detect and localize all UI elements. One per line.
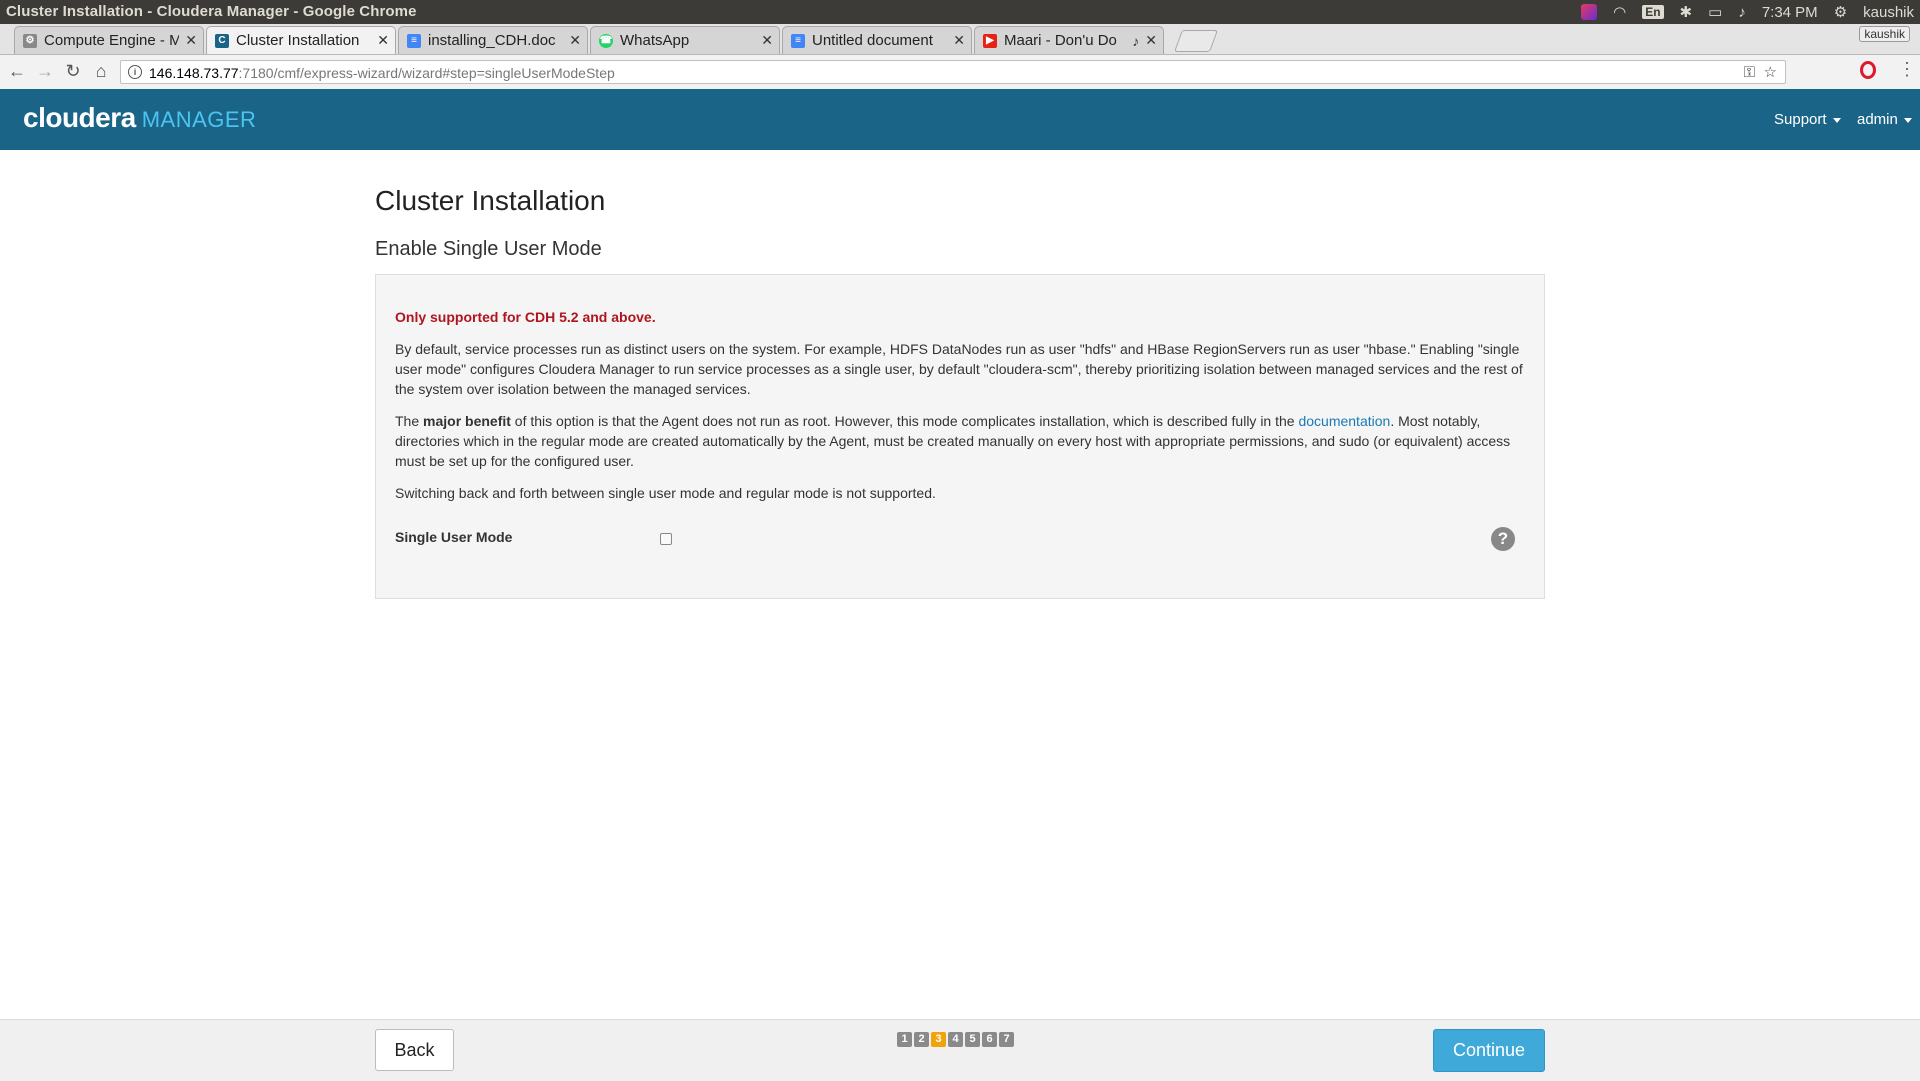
session-user-name[interactable]: kaushik: [1863, 4, 1914, 21]
wizard-step-indicator: 1 2 3 4 5 6 7: [897, 1032, 1014, 1047]
cloudera-manager-logo[interactable]: cloudera MANAGER: [23, 102, 256, 134]
address-bar[interactable]: i 146.148.73.77:7180/cmf/express-wizard/…: [120, 60, 1786, 84]
url-path: :7180/cmf/express-wizard/wizard#step=sin…: [238, 65, 615, 81]
user-label: admin: [1857, 111, 1898, 128]
chevron-down-icon: [1832, 117, 1841, 123]
page-title: Cluster Installation: [375, 185, 606, 216]
wifi-icon[interactable]: ◠: [1613, 3, 1626, 21]
tab-youtube-maari[interactable]: ▶ Maari - Don'u Do ♪ ✕: [974, 26, 1164, 54]
step-7[interactable]: 7: [999, 1032, 1014, 1047]
close-tab-icon[interactable]: ✕: [761, 32, 773, 49]
os-top-bar: Cluster Installation - Cloudera Manager …: [0, 0, 1920, 24]
tab-installing-cdh-doc[interactable]: ≡ installing_CDH.doc ✕: [398, 26, 588, 54]
site-info-icon[interactable]: i: [128, 65, 142, 79]
bluetooth-icon[interactable]: ✱: [1680, 3, 1693, 21]
opera-vpn-icon[interactable]: [1860, 61, 1876, 79]
support-menu[interactable]: Support: [1774, 111, 1841, 128]
keyboard-layout-indicator[interactable]: En: [1642, 5, 1664, 19]
audio-playing-icon[interactable]: ♪: [1132, 33, 1139, 49]
step-5[interactable]: 5: [965, 1032, 980, 1047]
step-title: Enable Single User Mode: [375, 238, 602, 260]
step-2[interactable]: 2: [914, 1032, 929, 1047]
close-tab-icon[interactable]: ✕: [569, 32, 581, 49]
para2-text: The: [395, 413, 424, 429]
single-user-mode-label: Single User Mode: [395, 529, 513, 545]
browser-tab-strip: ⚙ Compute Engine - M ✕ C Cluster Install…: [0, 24, 1920, 55]
tab-title: Cluster Installation: [236, 32, 360, 49]
tab-title: Compute Engine - M: [44, 32, 180, 49]
version-warning: Only supported for CDH 5.2 and above.: [395, 309, 656, 325]
user-menu[interactable]: admin: [1857, 111, 1912, 128]
logo-main: cloudera: [23, 102, 136, 133]
window-title: Cluster Installation - Cloudera Manager …: [6, 3, 417, 20]
gear-icon: ⚙: [23, 33, 37, 48]
single-user-mode-row: Single User Mode ?: [395, 527, 1525, 557]
wizard-footer: Back 1 2 3 4 5 6 7 Continue: [0, 1019, 1920, 1081]
description-paragraph-2: The major benefit of this option is that…: [395, 411, 1525, 471]
tab-title: installing_CDH.doc: [428, 32, 556, 49]
system-tray: ◠ En ✱ ▭ ♪ 7:34 PM ⚙ kaushik: [1581, 3, 1914, 21]
tab-title: Maari - Don'u Do: [1004, 32, 1117, 49]
whatsapp-icon: ☎: [599, 33, 613, 48]
back-arrow-icon[interactable]: ←: [6, 61, 28, 82]
back-button[interactable]: Back: [375, 1029, 454, 1071]
close-tab-icon[interactable]: ✕: [377, 32, 389, 49]
close-tab-icon[interactable]: ✕: [1145, 32, 1157, 49]
settings-gear-icon[interactable]: ⚙: [1834, 3, 1847, 21]
tab-title: Untitled document: [812, 32, 933, 49]
help-question-icon[interactable]: ?: [1491, 527, 1515, 551]
tab-compute-engine[interactable]: ⚙ Compute Engine - M ✕: [14, 26, 204, 54]
support-label: Support: [1774, 111, 1827, 128]
para2-text: of this option is that the Agent does no…: [510, 413, 1299, 429]
step-4[interactable]: 4: [948, 1032, 963, 1047]
continue-button[interactable]: Continue: [1433, 1029, 1545, 1072]
step-3-current[interactable]: 3: [931, 1032, 946, 1047]
docs-icon: ≡: [791, 33, 805, 48]
single-user-mode-checkbox[interactable]: [660, 533, 672, 545]
chevron-down-icon: [1903, 117, 1912, 123]
reload-icon[interactable]: ↻: [62, 61, 84, 82]
close-tab-icon[interactable]: ✕: [953, 32, 965, 49]
url-host: 146.148.73.77: [149, 65, 239, 81]
new-tab-button[interactable]: [1173, 30, 1219, 52]
tab-untitled-document[interactable]: ≡ Untitled document ✕: [782, 26, 972, 54]
browser-toolbar: ← → ↻ ⌂ i 146.148.73.77:7180/cmf/express…: [0, 55, 1920, 90]
docs-icon: ≡: [407, 33, 421, 48]
tab-whatsapp[interactable]: ☎ WhatsApp ✕: [590, 26, 780, 54]
tab-title: WhatsApp: [620, 32, 690, 49]
logo-sub: MANAGER: [141, 107, 257, 132]
step-6[interactable]: 6: [982, 1032, 997, 1047]
app-header: cloudera MANAGER Support admin: [0, 89, 1920, 150]
tab-cluster-installation[interactable]: C Cluster Installation ✕: [206, 26, 396, 54]
profile-button[interactable]: kaushik: [1859, 26, 1910, 42]
step-1[interactable]: 1: [897, 1032, 912, 1047]
battery-icon[interactable]: ▭: [1708, 3, 1722, 21]
clock[interactable]: 7:34 PM: [1762, 4, 1818, 21]
key-icon[interactable]: ⚿: [1744, 61, 1755, 85]
forward-arrow-icon[interactable]: →: [34, 61, 56, 82]
major-benefit-text: major benefit: [423, 413, 511, 429]
bookmark-star-icon[interactable]: ☆: [1764, 61, 1777, 85]
single-user-mode-panel: Only supported for CDH 5.2 and above. By…: [375, 274, 1545, 599]
youtube-icon: ▶: [983, 33, 997, 48]
hexagon-app-icon[interactable]: [1581, 4, 1598, 20]
description-paragraph-1: By default, service processes run as dis…: [395, 341, 1523, 397]
documentation-link[interactable]: documentation: [1298, 413, 1390, 429]
description-paragraph-3: Switching back and forth between single …: [395, 485, 936, 501]
home-icon[interactable]: ⌂: [90, 61, 112, 82]
browser-menu-icon[interactable]: ⋮: [1898, 59, 1916, 80]
volume-icon[interactable]: ♪: [1738, 4, 1746, 21]
close-tab-icon[interactable]: ✕: [185, 32, 197, 49]
cloudera-c-icon: C: [215, 33, 229, 48]
